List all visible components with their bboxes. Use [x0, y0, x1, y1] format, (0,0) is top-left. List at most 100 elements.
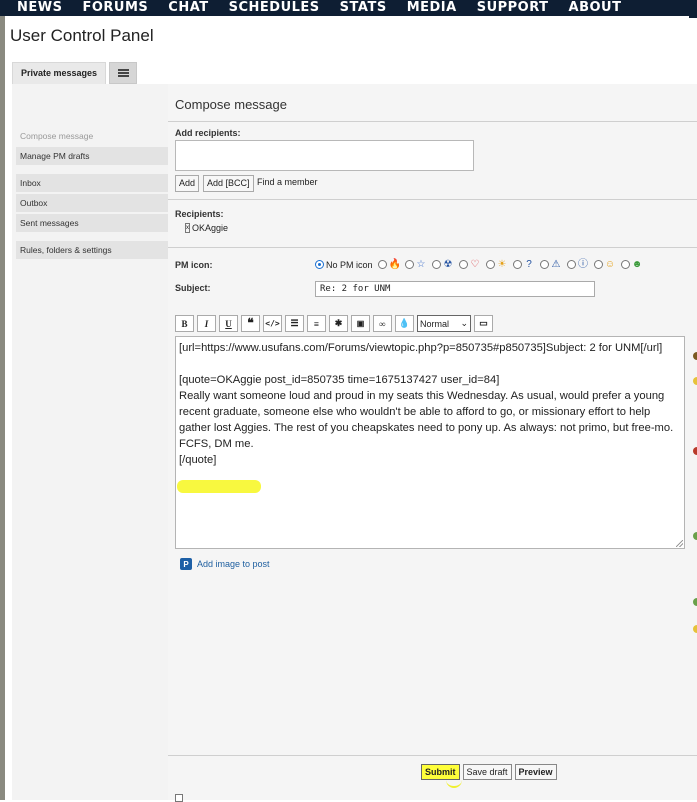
- divider: [168, 199, 697, 200]
- radio-heart[interactable]: [458, 260, 468, 269]
- color-icon: 💧: [398, 318, 411, 328]
- image-button[interactable]: ▣: [351, 315, 370, 332]
- underline-button[interactable]: U: [219, 315, 238, 332]
- font-size-value: Normal: [420, 318, 450, 329]
- editor-toolbar: B I U ❝ </> ☰ ≡ ✱ ▣ ∞ 💧 Normal ⌄ ▭: [175, 315, 496, 332]
- quote-icon: ❝: [247, 316, 254, 330]
- preview-button[interactable]: Preview: [514, 764, 557, 780]
- radio-frog[interactable]: [620, 260, 630, 269]
- underline-icon: U: [225, 318, 232, 329]
- radio-fire[interactable]: [377, 260, 387, 269]
- sidebar-item-outbox[interactable]: Outbox: [16, 194, 168, 212]
- sidebar-item-sent[interactable]: Sent messages: [16, 214, 168, 232]
- find-member-link[interactable]: Find a member: [257, 177, 318, 187]
- add-bcc-button[interactable]: Add [BCC]: [203, 175, 254, 192]
- star-icon: ☆: [416, 259, 426, 270]
- nav-news[interactable]: NEWS: [17, 1, 62, 15]
- smiley-icon[interactable]: [693, 532, 697, 540]
- radio-info[interactable]: [566, 260, 576, 269]
- no-pm-icon-label: No PM icon: [326, 259, 373, 270]
- question-icon: ?: [526, 259, 532, 270]
- nav-support[interactable]: SUPPORT: [477, 1, 549, 15]
- heart-icon: ♡: [470, 259, 480, 270]
- message-line: [quote=OKAggie post_id=850735 time=16751…: [179, 374, 500, 386]
- nav-about[interactable]: ABOUT: [569, 1, 622, 15]
- code-button[interactable]: </>: [263, 315, 282, 332]
- nav-media[interactable]: MEDIA: [407, 1, 457, 15]
- bold-button[interactable]: B: [175, 315, 194, 332]
- ordered-list-button[interactable]: ≡: [307, 315, 326, 332]
- list-button[interactable]: ☰: [285, 315, 304, 332]
- smiley-icon[interactable]: [693, 625, 697, 633]
- top-navigation: NEWS FORUMS CHAT SCHEDULES STATS MEDIA S…: [0, 0, 697, 16]
- sidebar-item-inbox[interactable]: Inbox: [16, 174, 168, 192]
- add-button[interactable]: Add: [175, 175, 200, 192]
- add-recipients-label: Add recipients:: [175, 128, 241, 138]
- info-icon: ⓘ: [578, 259, 589, 270]
- highlight-mark: [177, 480, 261, 493]
- list-item-button[interactable]: ✱: [329, 315, 348, 332]
- add-recipients-input[interactable]: [175, 140, 474, 171]
- smiley-icon[interactable]: [693, 377, 697, 385]
- radio-no-icon[interactable]: [315, 260, 324, 269]
- resize-grip[interactable]: [676, 540, 683, 547]
- sun-icon: ☀: [497, 259, 507, 270]
- divider: [168, 121, 697, 122]
- code-icon: </>: [265, 319, 280, 328]
- nav-edge: [689, 0, 697, 18]
- link-icon: ∞: [379, 318, 386, 329]
- divider: [168, 247, 697, 248]
- ordered-list-icon: ≡: [313, 318, 320, 329]
- radio-star[interactable]: [404, 260, 414, 269]
- tab-menu-button[interactable]: [109, 62, 138, 84]
- radio-sun[interactable]: [485, 260, 495, 269]
- subject-input[interactable]: Re: 2 for UNM: [315, 281, 595, 297]
- option-checkbox[interactable]: [175, 794, 183, 802]
- submit-button[interactable]: Submit: [421, 764, 460, 780]
- message-textarea[interactable]: [url=https://www.usufans.com/Forums/view…: [175, 336, 685, 549]
- fire-icon: 🔥: [388, 259, 401, 270]
- add-image-label: Add image to post: [197, 559, 270, 569]
- divider: [168, 755, 697, 756]
- save-draft-button[interactable]: Save draft: [462, 764, 512, 780]
- recipient-entry: x OKAggie: [185, 223, 228, 233]
- smilies-panel-clipped: [690, 330, 697, 750]
- chevron-down-icon: ⌄: [460, 318, 468, 328]
- message-line: Really want someone loud and proud in my…: [179, 390, 677, 450]
- nav-stats[interactable]: STATS: [340, 1, 387, 15]
- italic-button[interactable]: I: [197, 315, 216, 332]
- radio-radioactive[interactable]: [431, 260, 441, 269]
- add-image-link[interactable]: P Add image to post: [180, 558, 270, 570]
- compose-title: Compose message: [175, 97, 287, 112]
- smiley-icon[interactable]: [693, 598, 697, 606]
- sidebar-item-compose[interactable]: Compose message: [16, 127, 168, 145]
- color-button[interactable]: 💧: [395, 315, 414, 332]
- radio-warning[interactable]: [539, 260, 549, 269]
- recipient-name[interactable]: OKAggie: [192, 223, 228, 233]
- smiley-icon[interactable]: [693, 447, 697, 455]
- image-upload-icon: P: [180, 558, 192, 570]
- quote-button[interactable]: ❝: [241, 315, 260, 332]
- radio-smile[interactable]: [593, 260, 603, 269]
- left-edge-strip: [0, 0, 5, 800]
- pm-icon-options: No PM icon 🔥 ☆ ☢ ♡ ☀ ? ⚠ ⓘ ☺ ☻: [315, 259, 648, 270]
- radio-question[interactable]: [512, 260, 522, 269]
- nav-chat[interactable]: CHAT: [168, 1, 208, 15]
- preview-toggle-button[interactable]: ▭: [474, 315, 493, 332]
- link-button[interactable]: ∞: [373, 315, 392, 332]
- italic-icon: I: [204, 318, 209, 329]
- sidebar-item-drafts[interactable]: Manage PM drafts: [16, 147, 168, 165]
- sidebar-item-rules[interactable]: Rules, folders & settings: [16, 241, 168, 259]
- message-line: [/quote]: [179, 454, 217, 466]
- bold-icon: B: [181, 318, 188, 329]
- nav-forums[interactable]: FORUMS: [82, 1, 148, 15]
- page-title: User Control Panel: [10, 26, 154, 45]
- message-line: [179, 356, 681, 372]
- pm-icon-label: PM icon:: [175, 260, 213, 270]
- smiley-icon[interactable]: [693, 352, 697, 360]
- nav-schedules[interactable]: SCHEDULES: [229, 1, 320, 15]
- recipients-label: Recipients:: [175, 209, 224, 219]
- remove-recipient-icon[interactable]: x: [185, 223, 190, 233]
- font-size-select[interactable]: Normal ⌄: [417, 315, 471, 332]
- tab-private-messages[interactable]: Private messages: [12, 62, 107, 84]
